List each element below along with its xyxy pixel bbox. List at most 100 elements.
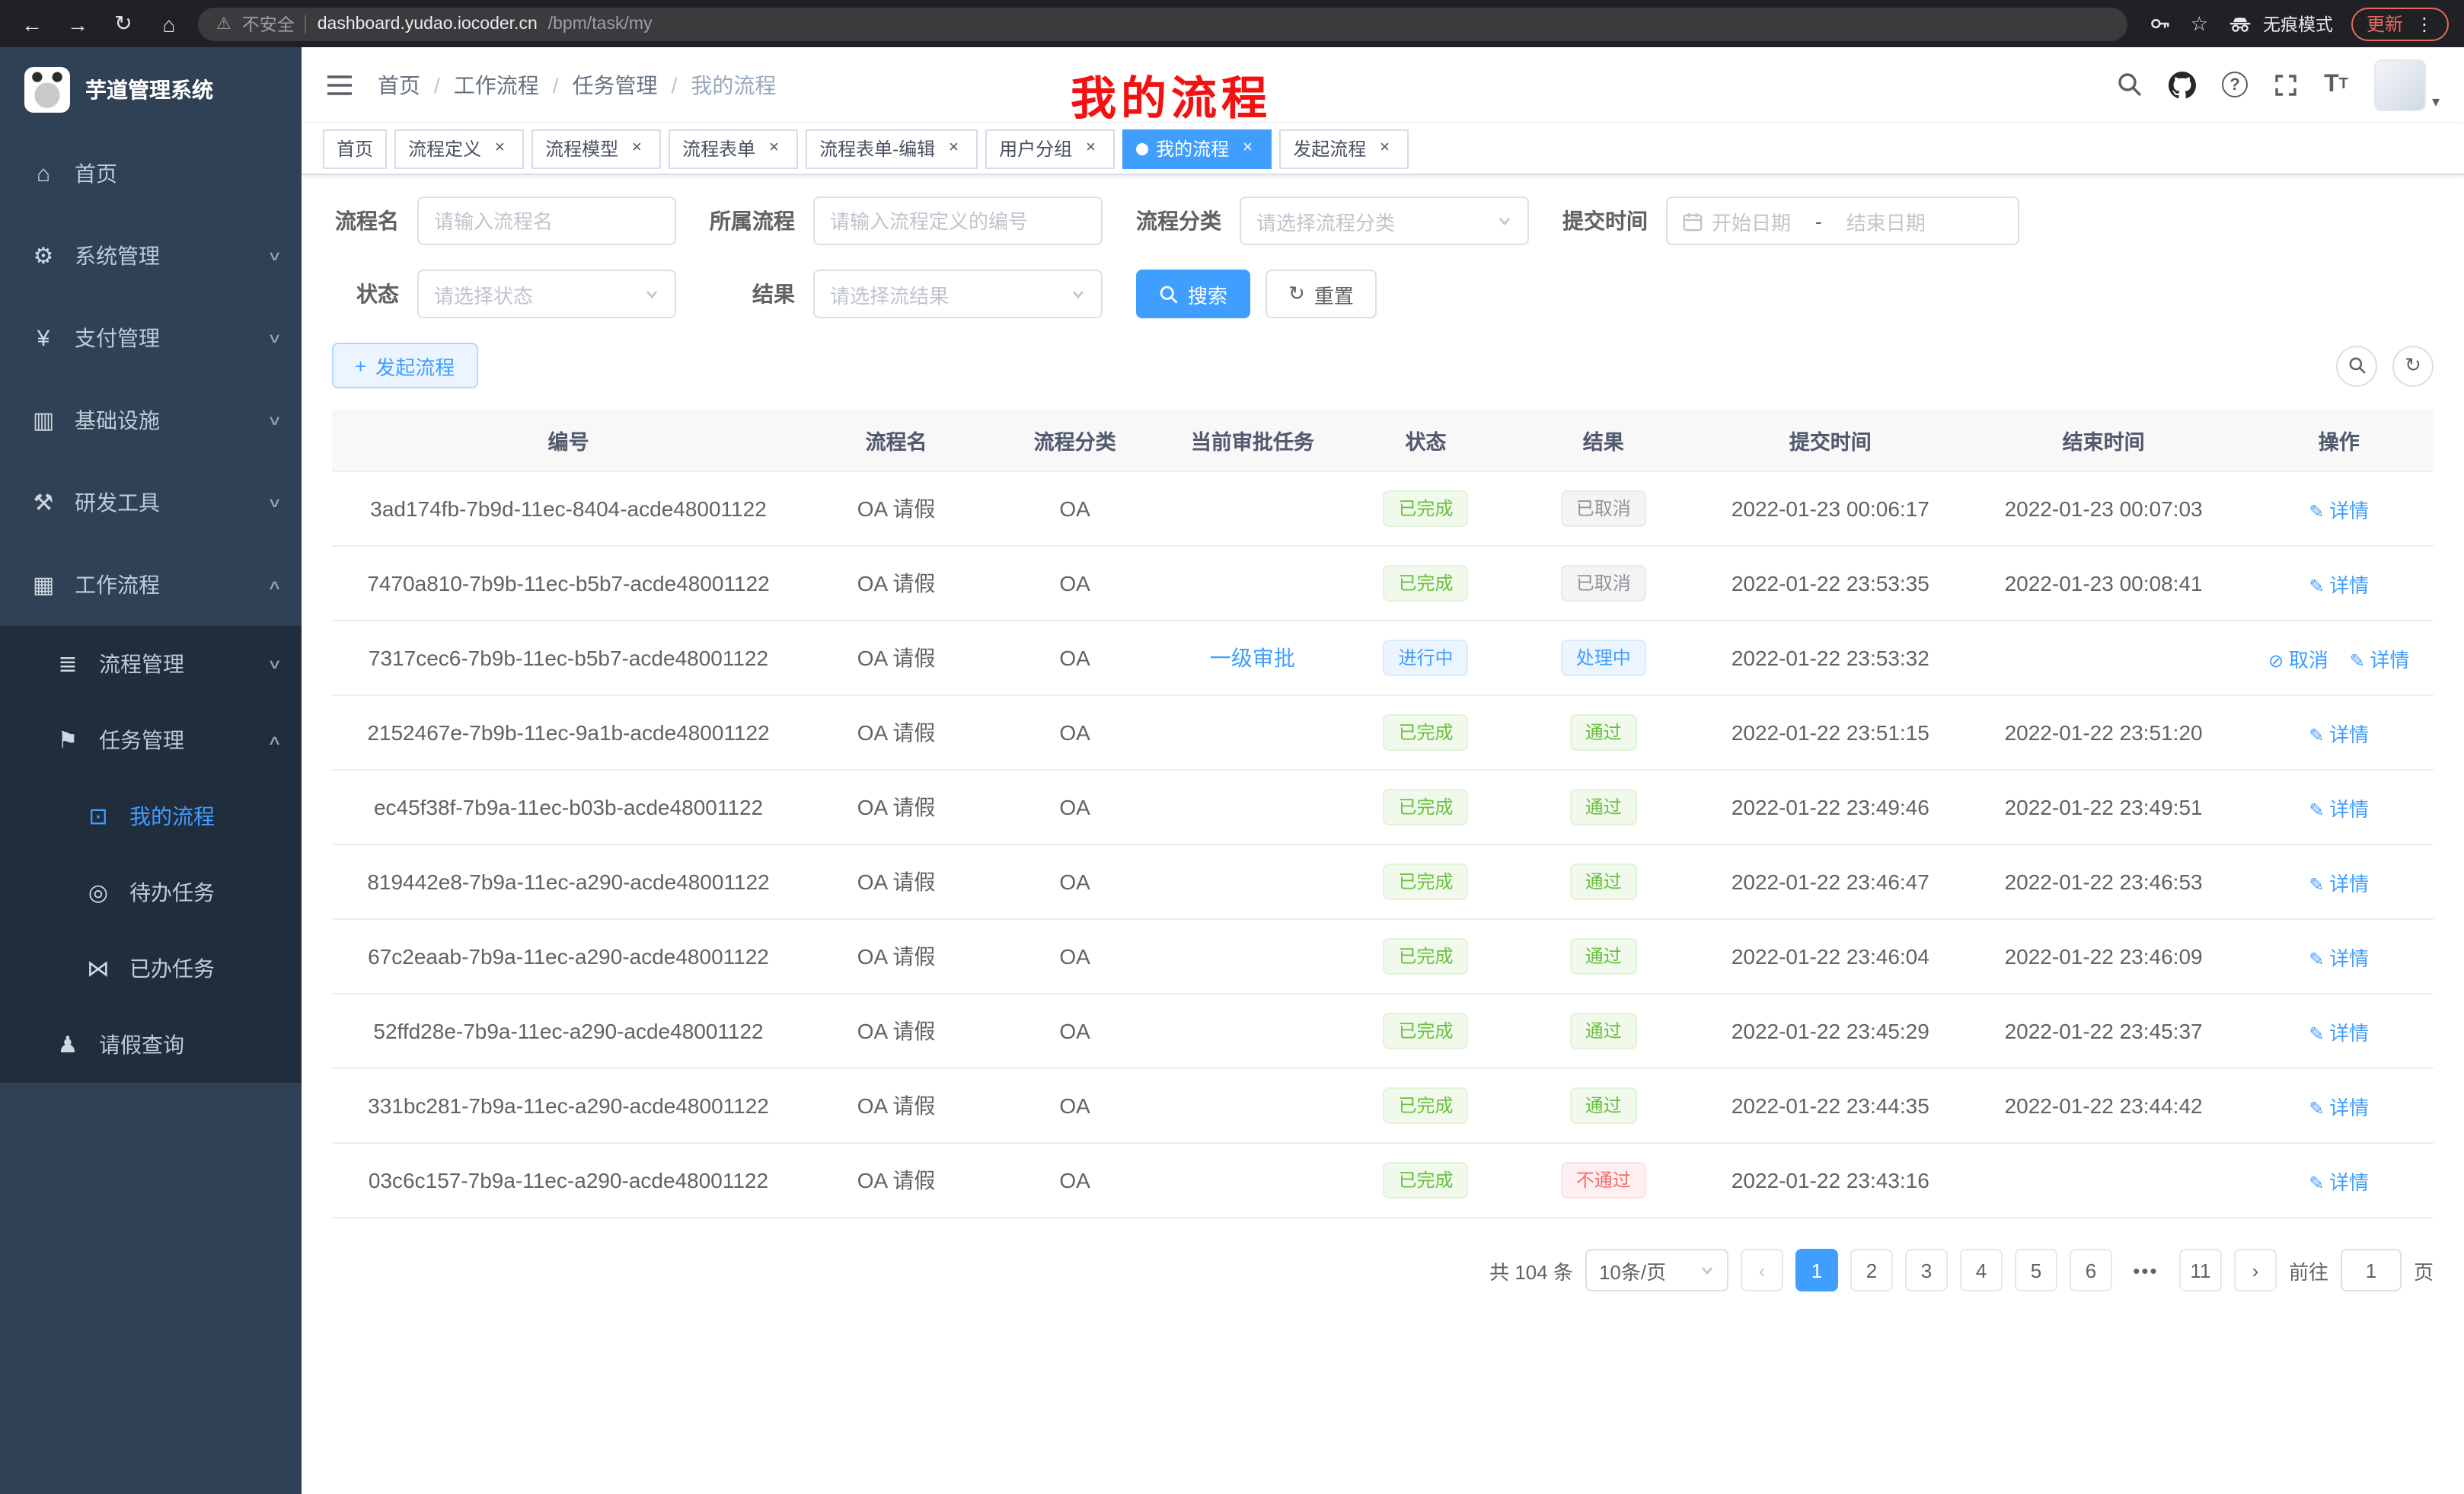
next-page-button[interactable]: ›: [2234, 1249, 2277, 1291]
browser-home-button[interactable]: ⌂: [152, 7, 186, 40]
detail-link[interactable]: 详情: [2309, 947, 2369, 969]
page-number-button[interactable]: 1: [1795, 1249, 1838, 1291]
key-icon[interactable]: [2150, 12, 2172, 35]
cell-actions: 详情: [2245, 994, 2434, 1068]
browser-reload-button[interactable]: ↻: [107, 7, 140, 40]
create-process-label: 发起流程: [375, 351, 455, 380]
table-row: 2152467e-7b9b-11ec-9a1b-acde48001122 OA …: [332, 695, 2434, 770]
page-number-button[interactable]: 4: [1960, 1249, 2003, 1291]
kebab-menu-icon[interactable]: ⋮: [2415, 13, 2434, 34]
sidebar-item-workflow[interactable]: ▦ 工作流程 ∧: [0, 544, 302, 626]
tab[interactable]: 用户分组 ×: [985, 129, 1115, 168]
browser-forward-button[interactable]: →: [61, 7, 94, 40]
tab-label: 流程模型: [545, 136, 618, 161]
detail-link[interactable]: 详情: [2309, 872, 2369, 895]
detail-link[interactable]: 详情: [2309, 1021, 2369, 1044]
address-bar[interactable]: ⚠ 不安全 dashboard.yudao.iocoder.cn/bpm/tas…: [198, 7, 2128, 40]
detail-link[interactable]: 详情: [2309, 573, 2369, 596]
page-number-button[interactable]: 3: [1905, 1249, 1948, 1291]
result-badge: 通过: [1570, 864, 1637, 900]
tab[interactable]: 流程定义 ×: [394, 129, 524, 168]
tab-close-icon[interactable]: ×: [1080, 138, 1101, 159]
tab[interactable]: 发起流程 ×: [1279, 129, 1409, 168]
detail-link[interactable]: 详情: [2350, 648, 2410, 671]
security-label: 不安全: [242, 11, 295, 36]
cancel-link[interactable]: 取消: [2268, 648, 2328, 671]
font-size-icon[interactable]: TT: [2324, 71, 2348, 98]
tab-close-icon[interactable]: ×: [1374, 138, 1395, 159]
detail-link[interactable]: 详情: [2309, 499, 2369, 522]
bookmark-star-icon[interactable]: ☆: [2191, 11, 2208, 36]
sidebar-item-home[interactable]: ⌂ 首页: [0, 132, 302, 215]
cell-submit-time: 2022-01-22 23:46:47: [1698, 844, 1963, 919]
tab-close-icon[interactable]: ×: [943, 138, 964, 159]
breadcrumb-item[interactable]: 首页: [378, 69, 420, 100]
cell-result: 通过: [1509, 695, 1698, 770]
avatar[interactable]: [2374, 59, 2426, 110]
sidebar-item-my-process[interactable]: ⊡ 我的流程: [0, 778, 302, 854]
page-number-button[interactable]: 11: [2179, 1249, 2222, 1291]
browser-back-button[interactable]: ←: [15, 7, 49, 40]
tab[interactable]: 我的流程 ×: [1122, 129, 1272, 168]
tab-close-icon[interactable]: ×: [763, 138, 784, 159]
sidebar-item-todo-tasks[interactable]: ◎ 待办任务: [0, 854, 302, 931]
tab-close-icon[interactable]: ×: [489, 138, 510, 159]
page-size-select[interactable]: 10条/页: [1585, 1249, 1728, 1291]
process-definition-input[interactable]: [830, 209, 1086, 232]
prev-page-button[interactable]: ‹: [1741, 1249, 1783, 1291]
sidebar-item-process-management[interactable]: ≣ 流程管理 ∨: [0, 626, 302, 702]
detail-link[interactable]: 详情: [2309, 797, 2369, 820]
result-badge: 通过: [1570, 714, 1637, 751]
page-number-button[interactable]: 6: [2070, 1249, 2112, 1291]
page-number-button[interactable]: •••: [2124, 1249, 2167, 1291]
user-menu[interactable]: ▾: [2374, 59, 2440, 110]
current-task-link[interactable]: 一级审批: [1210, 646, 1295, 670]
sidebar-item-system[interactable]: ⚙ 系统管理 ∨: [0, 215, 302, 297]
cell-category: OA: [988, 844, 1162, 919]
category-select[interactable]: 请选择流程分类: [1240, 196, 1529, 245]
github-icon[interactable]: [2169, 71, 2196, 98]
page-number-button[interactable]: 2: [1850, 1249, 1893, 1291]
page-number-button[interactable]: 5: [2015, 1249, 2057, 1291]
refresh-table-button[interactable]: ↻: [2392, 345, 2434, 386]
help-icon[interactable]: ?: [2222, 72, 2248, 97]
toggle-search-button[interactable]: [2336, 345, 2377, 386]
sidebar-item-infrastructure[interactable]: ▥ 基础设施 ∨: [0, 379, 302, 461]
sidebar-item-task-management[interactable]: ⚑ 任务管理 ∧: [0, 702, 302, 778]
cell-status: 已完成: [1343, 994, 1509, 1068]
table-header-row: 编号 流程名 流程分类 当前审批任务 状态 结果 提交时间 结束时间 操作: [332, 410, 2434, 471]
search-button-label: 搜索: [1188, 279, 1227, 308]
status-select[interactable]: 请选择状态: [417, 270, 676, 318]
update-button[interactable]: 更新 ⋮: [2351, 7, 2449, 40]
reset-button[interactable]: ↻ 重置: [1266, 270, 1377, 318]
sidebar-item-label: 已办任务: [129, 953, 280, 984]
sidebar-item-done-tasks[interactable]: ⋈ 已办任务: [0, 931, 302, 1007]
tab[interactable]: 首页 ×: [323, 129, 387, 168]
sidebar-item-dev-tools[interactable]: ⚒ 研发工具 ∨: [0, 461, 302, 544]
sidebar-item-leave-query[interactable]: ♟ 请假查询: [0, 1007, 302, 1083]
create-process-button[interactable]: + 发起流程: [332, 343, 477, 388]
detail-link[interactable]: 详情: [2309, 1170, 2369, 1193]
tab[interactable]: 流程模型 ×: [531, 129, 661, 168]
tab[interactable]: 流程表单-编辑 ×: [806, 129, 978, 168]
tab-close-icon[interactable]: ×: [1237, 138, 1258, 159]
fullscreen-icon[interactable]: [2274, 72, 2298, 97]
status-badge: 已完成: [1384, 789, 1469, 825]
breadcrumb-item[interactable]: 任务管理: [573, 69, 658, 100]
detail-link[interactable]: 详情: [2309, 1096, 2369, 1119]
search-icon[interactable]: [2117, 72, 2143, 97]
cell-end-time: 2022-01-22 23:45:37: [1963, 994, 2245, 1068]
hamburger-icon[interactable]: [326, 72, 353, 97]
date-range-picker[interactable]: 开始日期 - 结束日期: [1666, 196, 2019, 245]
result-badge: 通过: [1570, 1087, 1637, 1124]
result-select[interactable]: 请选择流结果: [813, 270, 1103, 318]
search-button[interactable]: 搜索: [1136, 270, 1250, 318]
breadcrumb-item[interactable]: 工作流程: [454, 69, 539, 100]
url-host: dashboard.yudao.iocoder.cn: [318, 14, 538, 33]
sidebar-item-payment[interactable]: ¥ 支付管理 ∨: [0, 297, 302, 379]
process-name-input[interactable]: [434, 209, 659, 232]
tab[interactable]: 流程表单 ×: [669, 129, 798, 168]
goto-page-input[interactable]: [2341, 1249, 2402, 1291]
tab-close-icon[interactable]: ×: [626, 138, 647, 159]
detail-link[interactable]: 详情: [2309, 723, 2369, 745]
